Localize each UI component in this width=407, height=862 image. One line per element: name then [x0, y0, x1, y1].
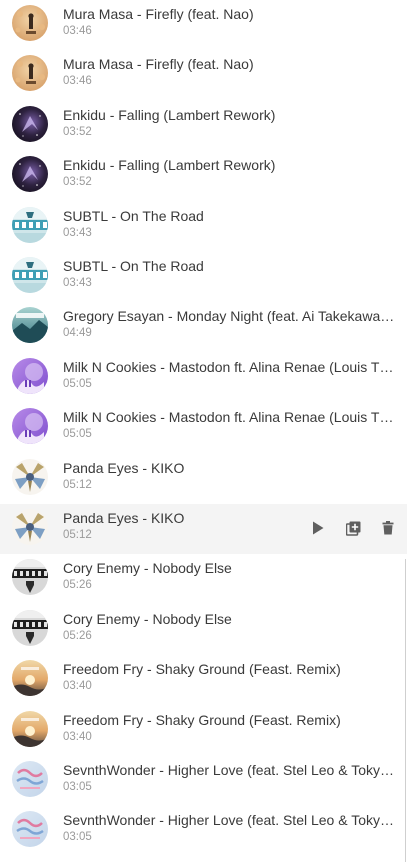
- freedom-fry-shaky-ground-art: [12, 710, 48, 747]
- track-row[interactable]: SevnthWonder - Higher Love (feat. Stel L…: [0, 756, 407, 806]
- cory-enemy-nobody-else-art: [12, 609, 48, 646]
- track-row[interactable]: Enkidu - Falling (Lambert Rework) 03:52: [0, 101, 407, 151]
- track-duration: 05:12: [63, 529, 92, 541]
- track-duration: 05:26: [63, 629, 92, 642]
- track-title: Panda Eyes - KIKO: [63, 459, 185, 476]
- track-row[interactable]: SevnthWonder - Higher Love (feat. Stel L…: [0, 806, 407, 856]
- track-row[interactable]: Freedom Fry - Shaky Ground (Feast. Remix…: [0, 655, 407, 705]
- track-duration: 03:46: [63, 25, 92, 37]
- track-duration: 04:49: [63, 327, 92, 340]
- track-duration: 03:43: [63, 277, 92, 289]
- panda-eyes-kiko-art: [12, 458, 48, 495]
- track-row[interactable]: Panda Eyes - KIKO 05:12: [0, 454, 407, 504]
- track-duration: 03:05: [63, 781, 92, 793]
- track-title: Milk N Cookies - Mastodon ft. Alina Rena…: [63, 358, 395, 375]
- track-row[interactable]: Cory Enemy - Nobody Else 05:26: [0, 605, 407, 655]
- track-title: SevnthWonder - Higher Love (feat. Stel L…: [63, 762, 395, 778]
- track-duration: 03:43: [63, 226, 92, 239]
- track-list: Mura Masa - Firefly (feat. Nao) 03:46 Mur…: [0, 0, 407, 862]
- track-title: Panda Eyes - KIKO: [63, 510, 185, 526]
- trash-button[interactable]: [377, 517, 399, 539]
- track-row[interactable]: SUBTL - On The Road 03:43: [0, 252, 407, 302]
- track-duration: 03:05: [63, 831, 92, 844]
- track-title: Enkidu - Falling (Lambert Rework): [63, 157, 276, 174]
- track-duration: 05:05: [63, 428, 92, 441]
- track-row[interactable]: Cory Enemy - Nobody Else 05:26: [0, 554, 407, 604]
- sevnthwonder-higher-love-art: [12, 761, 48, 797]
- play-button[interactable]: [307, 517, 329, 539]
- track-row[interactable]: Freedom Fry - Shaky Ground (Feast. Remix…: [0, 706, 407, 756]
- track-title: Mura Masa - Firefly (feat. Nao): [63, 6, 254, 22]
- track-duration: 03:40: [63, 680, 92, 693]
- row-actions: [294, 517, 399, 539]
- trash-icon: [382, 521, 394, 535]
- track-row[interactable]: Enkidu - Falling (Lambert Rework) 03:52: [0, 151, 407, 201]
- track-title: SevnthWonder - Higher Love (feat. Stel L…: [63, 812, 395, 829]
- track-duration: 05:26: [63, 579, 92, 592]
- enkidu-falling-art: [12, 156, 48, 193]
- gregory-esayan-monday-night-art: [12, 307, 48, 344]
- track-duration: 03:52: [63, 176, 92, 189]
- track-title: Cory Enemy - Nobody Else: [63, 610, 232, 627]
- panda-eyes-kiko-art: [12, 509, 48, 545]
- track-duration: 03:40: [63, 730, 92, 743]
- cory-enemy-nobody-else-art: [12, 559, 48, 596]
- freedom-fry-shaky-ground-art: [12, 660, 48, 697]
- track-title: Freedom Fry - Shaky Ground (Feast. Remix…: [63, 661, 341, 678]
- track-duration: 03:46: [63, 75, 92, 88]
- track-duration: 05:12: [63, 478, 92, 491]
- track-duration: 03:52: [63, 125, 92, 138]
- track-row[interactable]: Milk N Cookies - Mastodon ft. Alina Rena…: [0, 353, 407, 403]
- enkidu-falling-art: [12, 105, 48, 142]
- track-title: Enkidu - Falling (Lambert Rework): [63, 106, 276, 123]
- play-icon: [312, 521, 324, 535]
- track-row[interactable]: Panda Eyes - KIKO 05:12: [0, 504, 407, 554]
- track-title: SUBTL - On The Road: [63, 207, 204, 224]
- track-row[interactable]: SUBTL - On The Road 03:43: [0, 202, 407, 252]
- mura-masa-firefly-art: [12, 55, 48, 92]
- mura-masa-firefly-art: [12, 5, 48, 41]
- sevnthwonder-higher-love-art: [12, 811, 48, 848]
- scrollbar-track[interactable]: [405, 559, 406, 862]
- track-row[interactable]: Mura Masa - Firefly (feat. Nao) 03:46: [0, 0, 407, 50]
- track-title: SUBTL - On The Road: [63, 258, 204, 274]
- track-row[interactable]: Gregory Esayan - Monday Night (feat. Ai …: [0, 302, 407, 352]
- track-title: Gregory Esayan - Monday Night (feat. Ai …: [63, 308, 395, 325]
- track-row[interactable]: Milk N Cookies - Mastodon ft. Alina Rena…: [0, 403, 407, 453]
- track-title: Mura Masa - Firefly (feat. Nao): [63, 56, 254, 73]
- track-title: Milk N Cookies - Mastodon ft. Alina Rena…: [63, 409, 395, 426]
- track-title: Cory Enemy - Nobody Else: [63, 560, 232, 577]
- track-duration: 05:05: [63, 377, 92, 390]
- milk-n-cookies-mastodon-art: [12, 357, 48, 394]
- track-row[interactable]: Mura Masa - Firefly (feat. Nao) 03:46: [0, 50, 407, 100]
- track-title: Freedom Fry - Shaky Ground (Feast. Remix…: [63, 711, 341, 728]
- milk-n-cookies-mastodon-art: [12, 408, 48, 445]
- subtl-on-the-road-art: [12, 206, 48, 243]
- add-to-playlist-icon: [345, 521, 361, 536]
- subtl-on-the-road-art: [12, 257, 48, 293]
- add-to-playlist-button[interactable]: [342, 517, 364, 539]
